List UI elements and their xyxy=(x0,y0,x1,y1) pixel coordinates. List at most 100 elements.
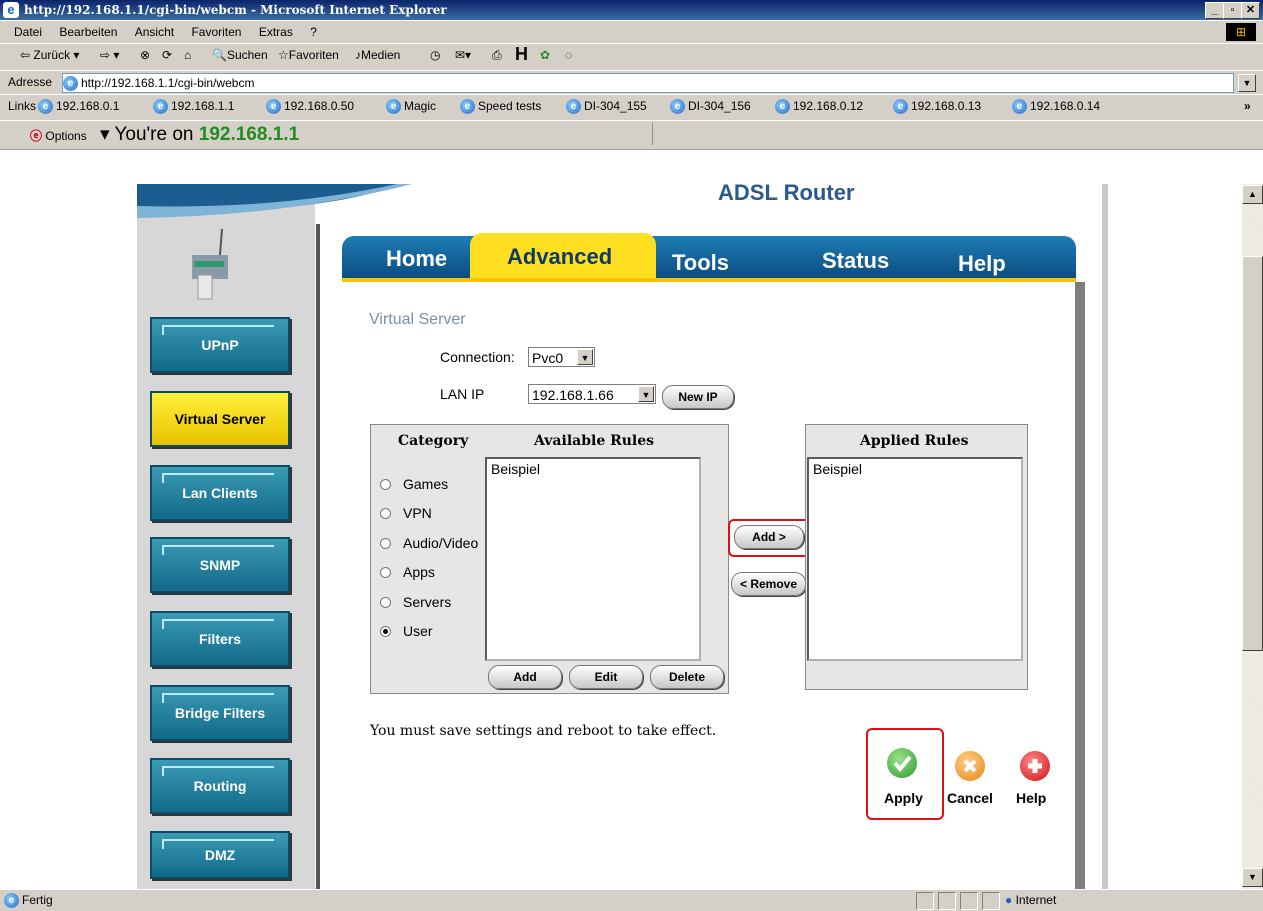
page-title: Virtual Server xyxy=(369,311,466,328)
lan-ip-label: LAN IP xyxy=(440,386,485,402)
category-label: Games xyxy=(403,476,449,492)
options-button[interactable]: ⓔ Options xyxy=(30,127,87,144)
available-rules-list[interactable]: Beispiel xyxy=(485,457,701,661)
apply-button[interactable]: Apply xyxy=(884,790,923,806)
sidebar-item-routing[interactable]: Routing xyxy=(150,758,290,814)
links-label: Links xyxy=(8,99,37,113)
sidebar-item-lan-clients[interactable]: Lan Clients xyxy=(150,465,290,521)
minimize-button[interactable]: _ xyxy=(1205,2,1224,19)
category-audio-video-radio[interactable] xyxy=(380,538,391,549)
stop-icon[interactable]: ⊗ xyxy=(140,48,150,62)
rule-edit-button[interactable]: Edit xyxy=(569,665,643,689)
link-item[interactable]: e 192.168.1.1 xyxy=(153,99,234,115)
link-item[interactable]: e 192.168.0.50 xyxy=(266,99,354,115)
remove-from-applied-button[interactable]: < Remove xyxy=(731,572,806,596)
cancel-x-icon[interactable] xyxy=(955,751,985,781)
h-icon[interactable]: H xyxy=(515,44,528,65)
favorites-button[interactable]: ☆Favoriten xyxy=(278,48,339,62)
standard-toolbar: ⇦ Zurück ▾ ⇨ ▾ ⊗ ⟳ ⌂ 🔍Suchen ☆Favoriten … xyxy=(0,43,1263,71)
toolbar-divider xyxy=(652,123,653,145)
link-item[interactable]: e DI-304_155 xyxy=(566,99,647,115)
flower-icon[interactable]: ✿ xyxy=(540,48,550,62)
list-item[interactable]: Beispiel xyxy=(487,459,699,479)
scroll-down-icon[interactable]: ▼ xyxy=(1242,868,1263,887)
connection-select[interactable]: Pvc0 ▼ xyxy=(528,347,595,367)
maximize-button[interactable]: ▫ xyxy=(1223,2,1242,19)
sidebar-item-upnp[interactable]: UPnP xyxy=(150,317,290,373)
location-text: ▾ You're on 192.168.1.1 xyxy=(100,124,300,145)
router-header-title: ADSL Router xyxy=(718,180,855,205)
history-icon[interactable]: ◷ xyxy=(430,48,440,62)
menu-datei[interactable]: Datei xyxy=(14,25,42,39)
new-ip-button[interactable]: New IP xyxy=(662,385,734,409)
back-button[interactable]: ⇦ Zurück ▾ xyxy=(20,48,79,62)
applied-rules-list[interactable]: Beispiel xyxy=(807,457,1023,661)
list-item[interactable]: Beispiel xyxy=(809,459,1021,479)
category-vpn-radio[interactable] xyxy=(380,508,391,519)
link-item[interactable]: e DI-304_156 xyxy=(670,99,751,115)
rule-delete-button[interactable]: Delete xyxy=(650,665,724,689)
messenger-icon[interactable]: ◌ xyxy=(565,48,572,62)
links-bar: Links e 192.168.0.1 e 192.168.1.1 e 192.168… xyxy=(0,94,1263,121)
close-button[interactable]: ✕ xyxy=(1241,2,1260,19)
connection-label: Connection: xyxy=(440,349,515,365)
sidebar-item-dmz[interactable]: DMZ xyxy=(150,831,290,879)
link-item[interactable]: e Magic xyxy=(386,99,436,115)
tab-home[interactable]: Home xyxy=(386,246,447,272)
links-overflow-icon[interactable]: » xyxy=(1244,99,1251,113)
help-button[interactable]: Help xyxy=(1016,790,1046,806)
tab-tools[interactable]: Tools xyxy=(672,250,729,276)
menu-ansicht[interactable]: Ansicht xyxy=(135,25,174,39)
link-item[interactable]: e 192.168.0.13 xyxy=(893,99,981,115)
sidebar-item-bridge-filters[interactable]: Bridge Filters xyxy=(150,685,290,741)
sidebar-item-snmp[interactable]: SNMP xyxy=(150,537,290,593)
add-to-applied-button[interactable]: Add > xyxy=(734,525,804,549)
menu-favoriten[interactable]: Favoriten xyxy=(191,25,241,39)
help-plus-icon[interactable] xyxy=(1020,751,1050,781)
menu-extras[interactable]: Extras xyxy=(259,25,293,39)
apply-check-icon[interactable] xyxy=(887,748,917,778)
address-dropdown-button[interactable]: ▼ xyxy=(1238,74,1256,92)
scrollbar-thumb[interactable] xyxy=(1242,256,1263,651)
mail-icon[interactable]: ✉▾ xyxy=(455,48,471,62)
category-games-radio[interactable] xyxy=(380,479,391,490)
address-input[interactable]: e http://192.168.1.1/cgi-bin/webcm xyxy=(62,73,1234,93)
status-text: e Fertig xyxy=(4,893,53,909)
tab-advanced[interactable]: Advanced xyxy=(507,244,612,270)
rule-add-button[interactable]: Add xyxy=(488,665,562,689)
status-panel xyxy=(960,892,978,910)
forward-button[interactable]: ⇨ ▾ xyxy=(100,48,119,62)
category-user-radio[interactable] xyxy=(380,626,391,637)
category-servers-radio[interactable] xyxy=(380,597,391,608)
page-icon: e xyxy=(775,99,790,115)
scroll-up-icon[interactable]: ▲ xyxy=(1242,185,1263,204)
vertical-scrollbar[interactable]: ▲ ▼ xyxy=(1242,184,1263,889)
reboot-note: You must save settings and reboot to tak… xyxy=(370,723,717,739)
cancel-button[interactable]: Cancel xyxy=(947,790,993,806)
home-icon[interactable]: ⌂ xyxy=(184,48,191,62)
media-button[interactable]: ♪Medien xyxy=(355,48,400,62)
available-rules-header: Available Rules xyxy=(534,433,655,449)
tab-status[interactable]: Status xyxy=(822,248,889,274)
menu-help[interactable]: ? xyxy=(310,25,317,39)
link-item[interactable]: e 192.168.0.12 xyxy=(775,99,863,115)
print-icon[interactable]: ⎙ xyxy=(492,48,502,63)
link-item[interactable]: e Speed tests xyxy=(460,99,541,115)
sidebar-item-filters[interactable]: Filters xyxy=(150,611,290,667)
tab-help[interactable]: Help xyxy=(958,251,1006,277)
page-icon: e xyxy=(4,893,19,909)
lan-ip-select[interactable]: 192.168.1.66 ▼ xyxy=(528,384,656,404)
menu-bearbeiten[interactable]: Bearbeiten xyxy=(59,25,117,39)
window-title-bar[interactable]: e http://192.168.1.1/cgi-bin/webcm - Mic… xyxy=(0,0,1263,20)
category-apps-radio[interactable] xyxy=(380,567,391,578)
link-item[interactable]: e 192.168.0.14 xyxy=(1012,99,1100,115)
page-icon: e xyxy=(893,99,908,115)
refresh-icon[interactable]: ⟳ xyxy=(162,48,172,62)
search-button[interactable]: 🔍Suchen xyxy=(212,48,268,62)
page-icon: e xyxy=(266,99,281,115)
chevron-down-icon: ▼ xyxy=(577,349,593,365)
router-header-banner xyxy=(137,184,412,218)
link-item[interactable]: e 192.168.0.1 xyxy=(38,99,119,115)
status-panel xyxy=(916,892,934,910)
sidebar-item-virtual-server[interactable]: Virtual Server xyxy=(150,391,290,447)
